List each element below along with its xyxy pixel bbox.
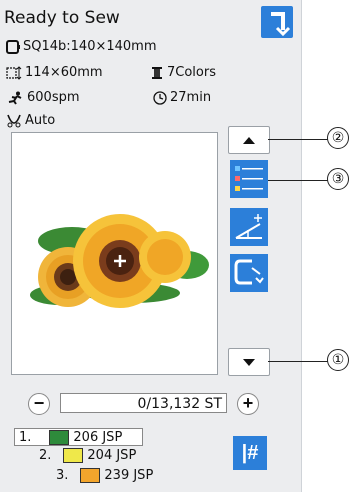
trace-icon — [234, 259, 264, 285]
color-swatch — [63, 447, 84, 463]
sunflower-embroidery-image — [30, 214, 209, 308]
color-count-text: 7Colors — [167, 65, 216, 80]
jump-button[interactable]: |# — [233, 436, 267, 470]
list-item[interactable]: 1. 206 JSP — [14, 428, 144, 446]
color-number: 1. — [19, 429, 32, 445]
design-size-icon — [6, 65, 22, 80]
stitch-counter: − 0/13,132 ST + — [25, 392, 265, 416]
callout-line-3 — [268, 180, 328, 181]
trace-button[interactable] — [230, 254, 268, 292]
scroll-down-button[interactable] — [228, 348, 270, 376]
color-name: 239 JSP — [104, 467, 154, 483]
stitch-back-button[interactable]: − — [28, 393, 50, 415]
list-item[interactable]: 2. 204 JSP — [39, 447, 136, 463]
ready-to-sew-screen: Ready to Sew SQ14b:140×140mm 114×60mm 7C… — [0, 0, 302, 492]
thread-color-list: 1. 206 JSP 2. 204 JSP 3. 239 JSP — [14, 428, 219, 488]
thread-spool-icon — [152, 66, 162, 79]
color-number: 3. — [56, 467, 69, 483]
page-title: Ready to Sew — [4, 8, 120, 28]
callout-2: ② — [327, 127, 349, 149]
color-swatch — [80, 467, 101, 483]
tension-icon — [235, 214, 262, 239]
hoop-icon — [6, 39, 20, 54]
triangle-up-icon — [243, 137, 255, 144]
triangle-down-icon — [243, 359, 255, 366]
callout-1: ① — [327, 349, 349, 371]
callout-3: ③ — [327, 168, 349, 190]
design-preview — [11, 132, 218, 375]
time-info: 27min — [153, 90, 211, 105]
stitch-count-field: 0/13,132 ST — [60, 393, 227, 413]
scroll-up-button[interactable] — [228, 126, 270, 154]
hoop-size-text: SQ14b:140×140mm — [23, 39, 157, 54]
color-number: 2. — [39, 447, 52, 463]
thread-cut-text: Auto — [25, 113, 56, 128]
color-count-info: 7Colors — [150, 65, 216, 80]
running-man-icon — [8, 91, 22, 105]
color-list-icon — [235, 166, 263, 191]
color-name: 204 JSP — [87, 447, 137, 463]
list-item[interactable]: 3. 239 JSP — [56, 467, 153, 483]
scissors-icon — [7, 114, 21, 127]
design-size-info: 114×60mm — [6, 65, 103, 80]
color-list-button[interactable] — [230, 160, 268, 198]
tension-adjust-button[interactable] — [230, 208, 268, 246]
back-button[interactable] — [261, 6, 293, 38]
color-name: 206 JSP — [73, 429, 123, 445]
stitch-forward-button[interactable]: + — [237, 393, 259, 415]
return-arrow-icon — [271, 12, 291, 37]
clock-icon — [153, 90, 167, 105]
callout-line-1 — [268, 361, 328, 362]
thread-cut-info: Auto — [6, 113, 55, 128]
speed-text: 600spm — [27, 90, 80, 105]
speed-info: 600spm — [6, 90, 80, 105]
color-swatch — [49, 429, 70, 445]
time-text: 27min — [170, 90, 212, 105]
hoop-info: SQ14b:140×140mm — [6, 39, 157, 54]
design-size-text: 114×60mm — [25, 65, 103, 80]
callout-line-2 — [268, 139, 328, 140]
